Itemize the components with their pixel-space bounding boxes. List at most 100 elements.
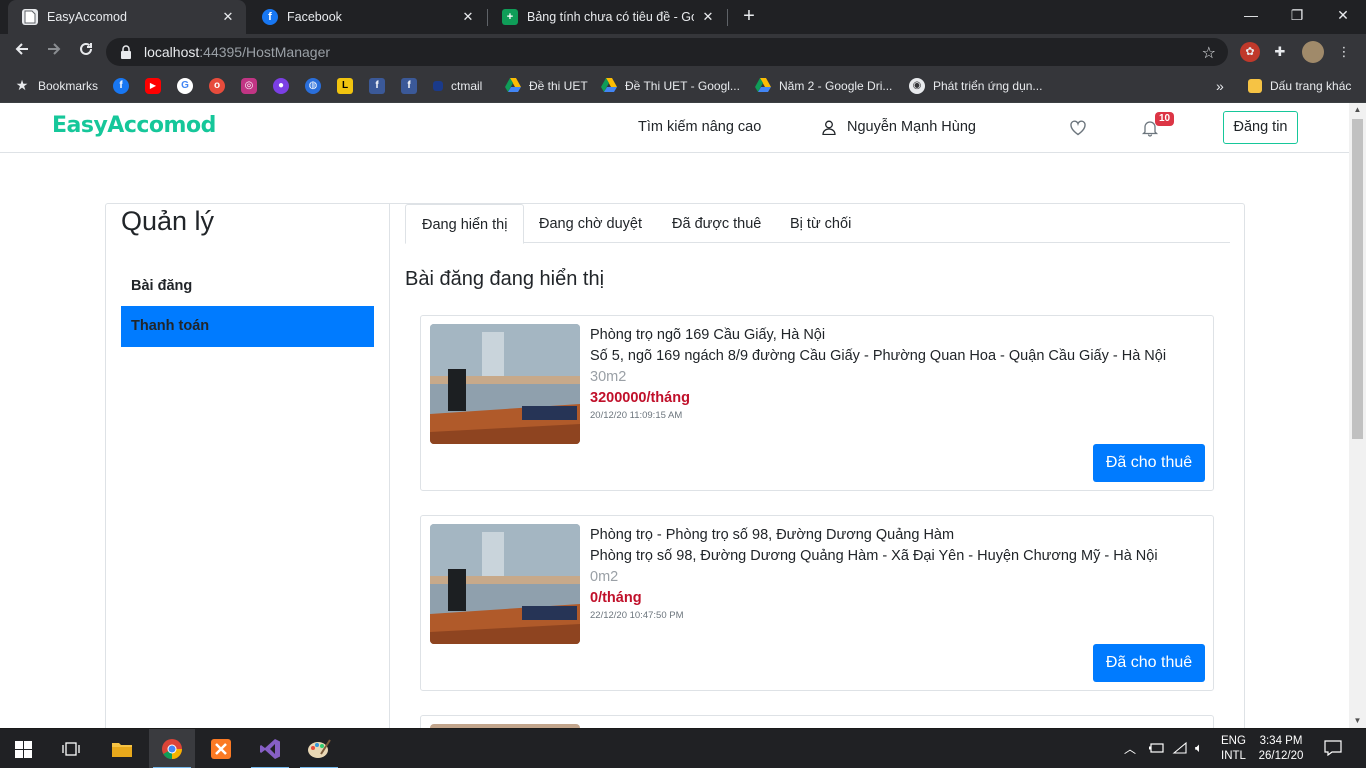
section-title: Bài đăng đang hiển thị <box>405 268 605 290</box>
reload-icon[interactable] <box>74 40 98 64</box>
tab-title: Facebook <box>287 10 342 24</box>
page-scrollbar[interactable]: ▲ ▼ <box>1349 103 1366 728</box>
wifi-icon[interactable] <box>1172 741 1188 758</box>
bookmark-globe[interactable]: ◍ <box>305 76 321 96</box>
visual-studio-icon[interactable] <box>247 729 293 768</box>
bookmark-l[interactable]: L <box>337 76 353 96</box>
battery-icon[interactable] <box>1148 741 1166 758</box>
sidebar-item-payment[interactable]: Thanh toán <box>121 306 374 347</box>
clock[interactable]: 3:34 PM 26/12/20 <box>1258 734 1304 764</box>
bookmark-google[interactable]: G <box>177 76 193 96</box>
bookmark-messenger[interactable]: ● <box>273 76 289 96</box>
address-bar[interactable]: localhost:44395/HostManager ☆ <box>106 38 1228 66</box>
listing-title[interactable]: Phòng trọ ngõ 169 Cầu Giấy, Hà Nội <box>590 327 825 343</box>
browser-tabstrip: EasyAccomod ✕ f Facebook ✕ + Bảng tính c… <box>0 0 1366 34</box>
clock-date: 26/12/20 <box>1258 750 1304 762</box>
bookmark-youtube[interactable]: ▶ <box>145 76 161 96</box>
bookmark-dethi-uet[interactable]: Đề thi UET <box>505 76 588 96</box>
bookmarks-menu[interactable]: ★ Bookmarks <box>14 76 98 96</box>
listing-address: Phòng trọ số 98, Đường Dương Quảng Hàm -… <box>590 548 1158 564</box>
facebook-icon: f <box>369 78 385 94</box>
browser-toolbar: localhost:44395/HostManager ☆ ✿ ✚ ⋮ <box>0 34 1366 70</box>
bookmark-facebook-3[interactable]: f <box>401 76 417 96</box>
advanced-search-link[interactable]: Tìm kiếm nâng cao <box>638 119 761 135</box>
file-explorer-icon[interactable] <box>99 729 145 768</box>
user-menu[interactable]: Nguyễn Mạnh Hùng <box>822 119 976 135</box>
bookmark-other[interactable]: Dấu trang khác <box>1248 76 1351 96</box>
profile-avatar-icon[interactable] <box>1302 41 1324 63</box>
input-language[interactable]: ENG INTL <box>1221 734 1246 764</box>
listing-area: 30m2 <box>590 369 627 385</box>
listing-address: Số 5, ngõ 169 ngách 8/9 đường Cầu Giấy -… <box>590 348 1167 364</box>
bookmark-label: Dấu trang khác <box>1270 79 1352 93</box>
heart-icon[interactable] <box>1069 119 1087 137</box>
tab-title: Bảng tính chưa có tiêu đề - Goog <box>527 10 694 24</box>
restore-icon[interactable]: ❐ <box>1274 0 1320 30</box>
listing-title[interactable]: Phòng trọ - Phòng trọ số 98, Đường Dương… <box>590 527 954 543</box>
notification-badge: 10 <box>1155 112 1175 126</box>
scrollbar-thumb[interactable] <box>1352 119 1363 439</box>
bookmark-instagram[interactable]: ◎ <box>241 76 257 96</box>
back-icon[interactable] <box>10 40 34 64</box>
extensions-puzzle-icon[interactable]: ✚ <box>1270 42 1290 62</box>
room-photo[interactable] <box>430 324 580 444</box>
listing-area: 0m2 <box>590 569 619 585</box>
tab-divider <box>727 9 728 26</box>
mark-rented-button[interactable]: Đã cho thuê <box>1093 444 1205 482</box>
sheets-icon: + <box>502 9 518 25</box>
notification-center-icon[interactable] <box>1324 740 1342 759</box>
bookmarks-bar: ★ Bookmarks f ▶ G o ◎ ● ◍ L f f ctmail Đ… <box>0 70 1366 103</box>
chrome-taskbar-icon[interactable] <box>149 729 195 768</box>
bookmark-facebook-2[interactable]: f <box>369 76 385 96</box>
tab-rented[interactable]: Đã được thuê <box>656 204 777 243</box>
user-name: Nguyễn Mạnh Hùng <box>847 119 976 135</box>
bookmark-dethi-uet-google[interactable]: Đề Thi UET - Googl... <box>601 76 740 96</box>
browser-tab-sheets[interactable]: + Bảng tính chưa có tiêu đề - Goog ✕ <box>488 0 726 34</box>
bookmark-label: ctmail <box>451 79 483 93</box>
tray-chevron-icon[interactable]: ︿ <box>1124 740 1136 757</box>
bookmark-label: Bookmarks <box>38 79 99 93</box>
tab-rejected[interactable]: Bị từ chối <box>774 204 867 243</box>
page-title: Quản lý <box>121 206 215 236</box>
close-icon[interactable]: ✕ <box>220 9 236 25</box>
status-tabs: Đang hiển thị Đang chờ duyệt Đã được thu… <box>405 204 1230 244</box>
instagram-icon: ◎ <box>241 78 257 94</box>
room-photo[interactable] <box>430 524 580 644</box>
google-drive-icon <box>601 78 617 94</box>
site-logo[interactable]: EasyAccomod <box>52 113 216 138</box>
bookmark-phat-trien[interactable]: ◉ Phát triển ứng dụn... <box>909 76 1042 96</box>
browser-tab-facebook[interactable]: f Facebook ✕ <box>248 0 486 34</box>
new-tab-icon[interactable]: + <box>738 5 760 27</box>
forward-icon[interactable] <box>42 40 66 64</box>
bookmark-ctmail[interactable]: ctmail <box>433 76 482 96</box>
manager-card: Quản lý Bài đăng Thanh toán Đang hiển th… <box>105 203 1245 728</box>
scroll-up-icon[interactable]: ▲ <box>1349 103 1366 117</box>
bookmark-label: Đề thi UET <box>529 79 588 93</box>
windows-start-icon[interactable] <box>0 729 46 768</box>
bookmark-nam2[interactable]: Năm 2 - Google Dri... <box>755 76 892 96</box>
listing-card <box>420 715 1214 728</box>
close-icon[interactable]: ✕ <box>460 9 476 25</box>
browser-tab-easyaccomod[interactable]: EasyAccomod ✕ <box>8 0 246 34</box>
xampp-icon[interactable] <box>198 729 244 768</box>
menu-kebab-icon[interactable]: ⋮ <box>1334 42 1354 62</box>
bookmark-star-icon[interactable]: ☆ <box>1202 43 1216 63</box>
task-view-icon[interactable] <box>48 729 94 768</box>
bookmark-app[interactable]: o <box>209 76 225 96</box>
mark-rented-button[interactable]: Đã cho thuê <box>1093 644 1205 682</box>
sidebar-item-posts[interactable]: Bài đăng <box>121 266 374 307</box>
more-bookmarks-chevron-icon[interactable]: » <box>1216 76 1224 96</box>
lock-icon <box>121 45 131 59</box>
post-button[interactable]: Đăng tin <box>1223 111 1298 144</box>
minimize-icon[interactable]: — <box>1228 0 1274 30</box>
extension-icon[interactable]: ✿ <box>1240 42 1260 62</box>
bookmark-facebook[interactable]: f <box>113 76 129 96</box>
close-icon[interactable]: ✕ <box>700 9 716 25</box>
scroll-down-icon[interactable]: ▼ <box>1349 714 1366 728</box>
paint-icon[interactable] <box>296 729 342 768</box>
tab-title: EasyAccomod <box>47 10 127 24</box>
window-close-icon[interactable]: ✕ <box>1320 0 1366 30</box>
volume-icon[interactable]: 🔈︎ <box>1195 740 1203 756</box>
tab-showing[interactable]: Đang hiển thị <box>405 204 525 244</box>
tab-pending[interactable]: Đang chờ duyệt <box>523 204 658 243</box>
